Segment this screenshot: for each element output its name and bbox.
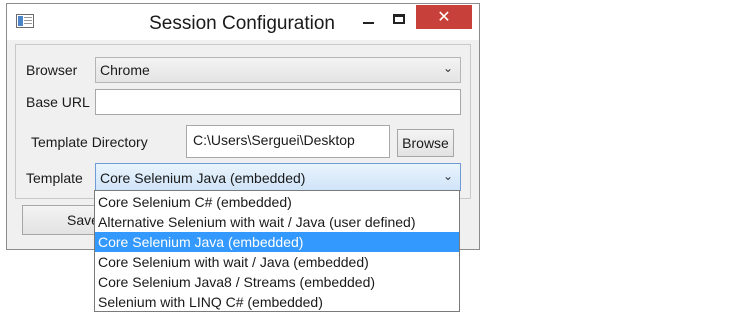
settings-group: Browser Chrome ⌄ Base URL Template Direc… <box>15 44 471 199</box>
browse-button[interactable]: Browse <box>397 129 454 157</box>
template-option[interactable]: Core Selenium C# (embedded) <box>95 192 459 212</box>
title-bar[interactable]: Session Configuration ✕ <box>7 4 479 40</box>
base-url-input[interactable] <box>95 89 461 115</box>
browser-value: Chrome <box>100 62 150 78</box>
template-value: Core Selenium Java (embedded) <box>100 170 306 186</box>
chevron-down-icon: ⌄ <box>442 61 453 75</box>
maximize-icon <box>393 14 405 24</box>
template-option[interactable]: Alternative Selenium with wait / Java (u… <box>95 212 459 232</box>
chevron-down-icon: ⌄ <box>442 169 453 183</box>
minimize-button[interactable] <box>353 6 383 32</box>
base-url-label: Base URL <box>26 94 90 110</box>
browser-select[interactable]: Chrome ⌄ <box>95 57 461 83</box>
template-option[interactable]: Core Selenium with wait / Java (embedded… <box>95 252 459 272</box>
close-button[interactable]: ✕ <box>416 5 472 29</box>
template-option[interactable]: Core Selenium Java8 / Streams (embedded) <box>95 272 459 292</box>
template-directory-label: Template Directory <box>31 134 148 150</box>
template-select[interactable]: Core Selenium Java (embedded) ⌄ <box>95 163 461 191</box>
window-title: Session Configuration <box>149 13 335 34</box>
minimize-icon <box>362 22 374 24</box>
template-label: Template <box>26 170 83 186</box>
template-option-selected[interactable]: Core Selenium Java (embedded) <box>95 232 459 252</box>
template-option[interactable]: Selenium with LINQ C# (embedded) <box>95 292 459 312</box>
browse-label: Browse <box>402 135 449 151</box>
browser-label: Browser <box>26 62 78 78</box>
template-directory-input[interactable]: C:\Users\Serguei\Desktop <box>186 125 390 158</box>
maximize-button[interactable] <box>384 6 414 32</box>
template-directory-value: C:\Users\Serguei\Desktop <box>193 132 355 148</box>
template-dropdown-list: Core Selenium C# (embedded) Alternative … <box>94 190 460 312</box>
close-icon: ✕ <box>437 9 451 26</box>
